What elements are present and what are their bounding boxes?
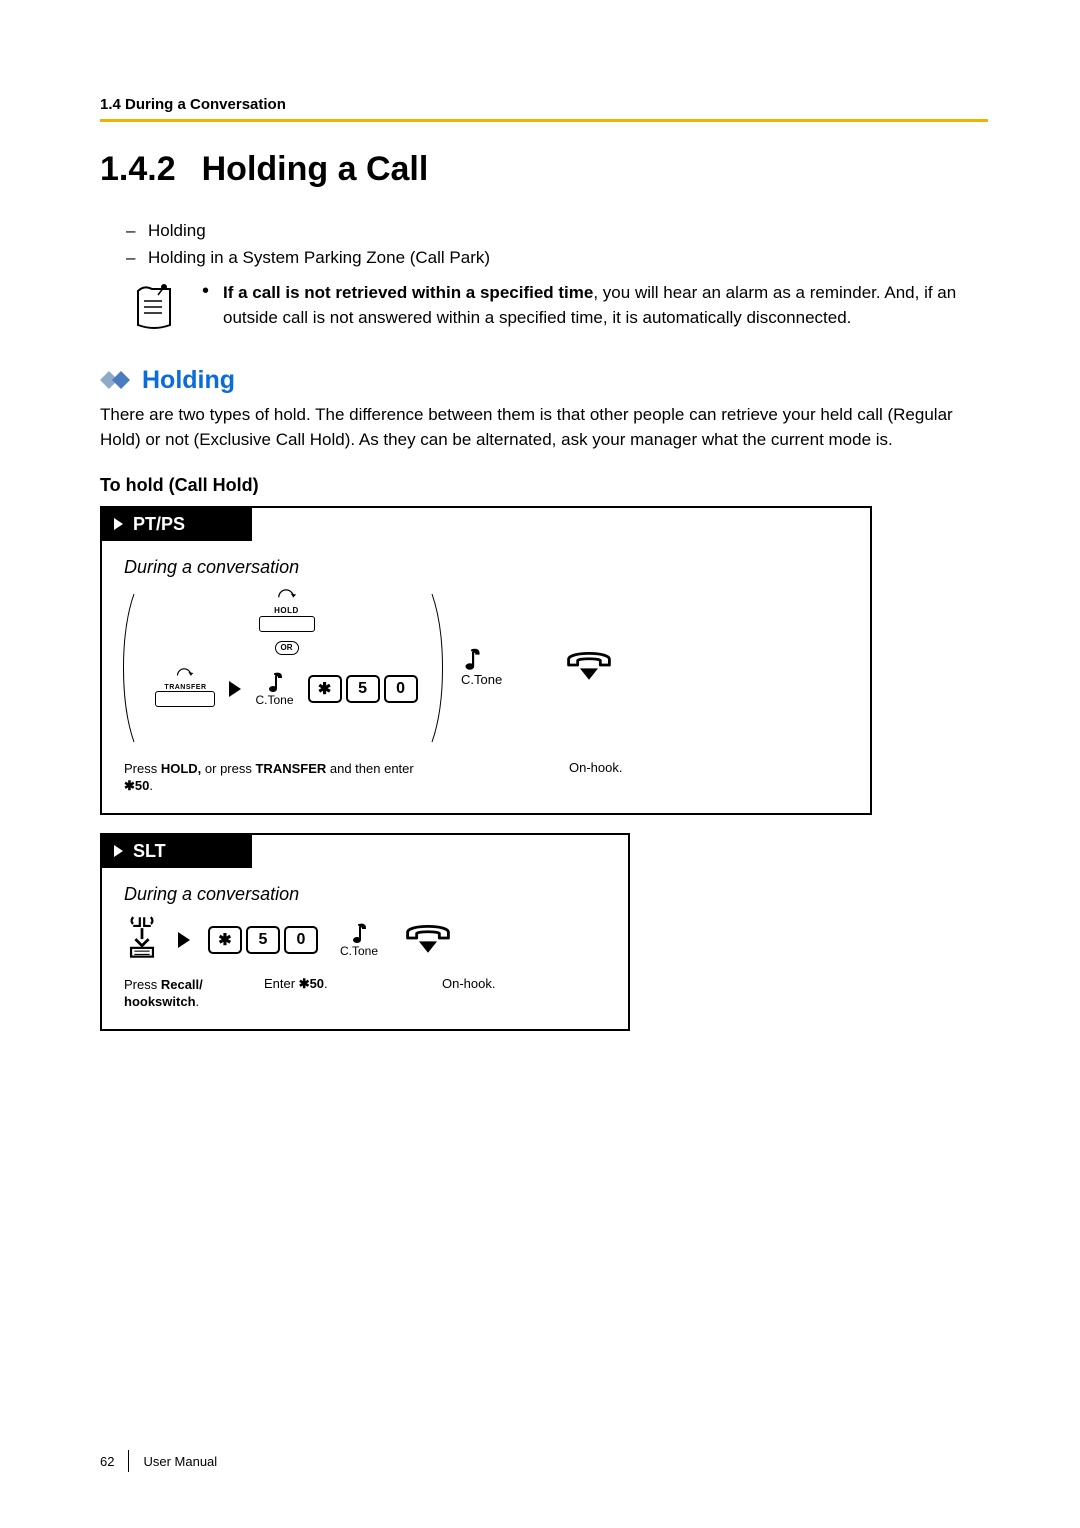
page-footer: 62 User Manual [100, 1450, 217, 1472]
onhook-icon [563, 648, 615, 682]
t: TRANSFER [255, 761, 326, 776]
ctone: C.Tone [340, 922, 378, 958]
dial-sequence: ✱ 5 0 [208, 926, 318, 954]
recall-hookswitch [124, 915, 160, 966]
ctone-outer: C.Tone [461, 647, 551, 689]
tone-icon [349, 922, 369, 946]
caption-a: Press Recall/ hookswitch. [124, 976, 234, 1011]
procedure-slt: SLT During a conversation ✱ 5 0 C.Tone [100, 833, 630, 1031]
accent-rule [100, 119, 988, 122]
or-badge: OR [275, 641, 299, 655]
note-bold-lead: If a call is not retrieved within a spec… [223, 283, 593, 302]
ctone-label: C.Tone [340, 944, 378, 958]
ctone-inner-label: C.Tone [255, 693, 293, 707]
t: Press [124, 761, 161, 776]
toc-item-label: Holding in a System Parking Zone (Call P… [148, 248, 490, 267]
dial-key: 5 [346, 675, 380, 703]
bullet-dot-icon: • [202, 281, 209, 330]
dial-key: ✱ [208, 926, 242, 954]
transfer-button-label: TRANSFER [155, 684, 215, 691]
tab-label: PT/PS [133, 514, 185, 535]
tone-icon [461, 647, 483, 673]
tab-label: SLT [133, 841, 166, 862]
heading-number: 1.4.2 [100, 150, 176, 189]
page-title: 1.4.2 Holding a Call [100, 150, 988, 189]
hold-option: HOLD OR [124, 588, 449, 655]
sequence-arrow-icon [178, 932, 190, 948]
t: . [324, 976, 328, 991]
ctone-inner: C.Tone [255, 671, 293, 707]
page-number: 62 [100, 1454, 114, 1469]
dial-sequence: ✱ 5 0 [308, 675, 418, 703]
toc-list: –Holding –Holding in a System Parking Zo… [126, 217, 988, 271]
subsection-heading: To hold (Call Hold) [100, 475, 988, 496]
footer-separator [128, 1450, 129, 1472]
section-heading: Holding [100, 366, 988, 395]
tone-icon [265, 671, 285, 695]
ctone-outer-label: C.Tone [461, 672, 502, 687]
caption-b: Enter ✱50. [264, 976, 384, 1011]
t: HOLD, [161, 761, 201, 776]
procedure-ptps: PT/PS During a conversation HOLD OR [100, 506, 872, 815]
recall-icon [124, 915, 160, 961]
procedure-tab-slt: SLT [102, 835, 252, 868]
footer-label: User Manual [143, 1454, 217, 1469]
hold-button-icon [259, 616, 315, 632]
procedure-subtitle: During a conversation [124, 557, 848, 578]
t: or press [201, 761, 255, 776]
dial-key: ✱ [308, 675, 342, 703]
arc-arrow-icon [276, 588, 298, 601]
procedure-tab-ptps: PT/PS [102, 508, 252, 541]
dial-key: 0 [284, 926, 318, 954]
hold-button-label: HOLD [124, 606, 449, 615]
sequence-arrow-icon [229, 681, 241, 697]
arc-arrow-icon [175, 667, 195, 679]
onhook-icon [402, 921, 454, 955]
transfer-option: TRANSFER C.Tone ✱ 5 0 [124, 666, 449, 712]
t: Enter [264, 976, 299, 991]
caption-right: On-hook. [569, 760, 622, 795]
alternatives-group: HOLD OR TRANSFER C.Tone [124, 588, 449, 748]
section-heading-text: Holding [142, 366, 235, 395]
toc-item: –Holding [126, 217, 988, 244]
dial-key: 0 [384, 675, 418, 703]
t: . [149, 778, 153, 793]
toc-item-label: Holding [148, 221, 206, 240]
note-text: • If a call is not retrieved within a sp… [202, 281, 988, 330]
diamonds-icon [100, 371, 132, 391]
notepad-icon [130, 281, 180, 340]
caption-row: Press HOLD, or press TRANSFER and then e… [124, 760, 848, 795]
t: Press [124, 977, 161, 992]
tab-triangle-icon [114, 845, 123, 857]
t: and then enter [326, 761, 413, 776]
note-block: • If a call is not retrieved within a sp… [130, 281, 988, 340]
toc-item: –Holding in a System Parking Zone (Call … [126, 244, 988, 271]
heading-text: Holding a Call [202, 150, 429, 188]
tab-triangle-icon [114, 518, 123, 530]
transfer-button-icon [155, 691, 215, 707]
t: ✱50 [299, 976, 324, 991]
section-body: There are two types of hold. The differe… [100, 403, 988, 452]
t: . [196, 994, 200, 1009]
t: ✱50 [124, 778, 149, 793]
caption-row: Press Recall/ hookswitch. Enter ✱50. On-… [124, 976, 606, 1011]
procedure-subtitle: During a conversation [124, 884, 606, 905]
breadcrumb: 1.4 During a Conversation [100, 96, 988, 113]
onhook [402, 921, 454, 960]
caption-c: On-hook. [442, 976, 495, 1011]
caption-left: Press HOLD, or press TRANSFER and then e… [124, 760, 419, 795]
dial-key: 5 [246, 926, 280, 954]
onhook [563, 648, 733, 687]
